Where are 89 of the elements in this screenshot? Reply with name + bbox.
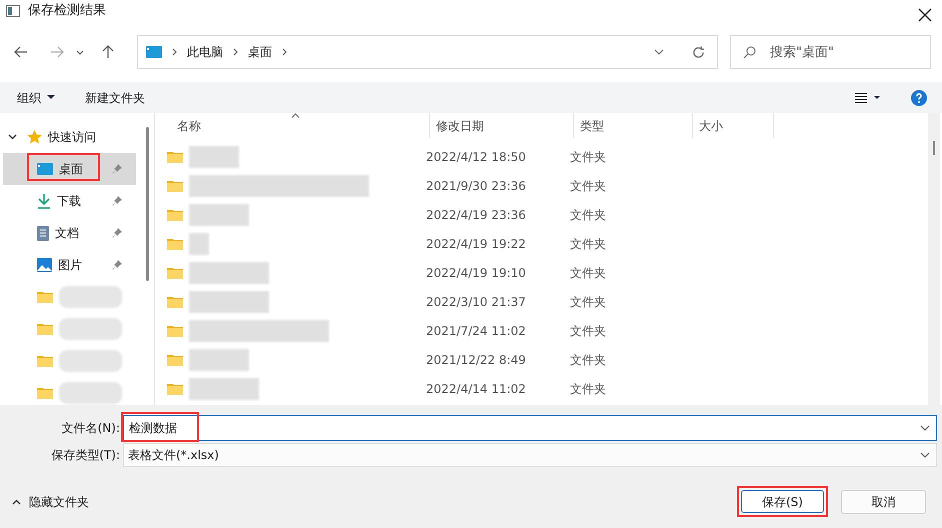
sidebar-item[interactable]: 下载: [57, 192, 81, 210]
table-cell-text: 2022/4/19 19:22: [425, 236, 527, 252]
folder-icon: [167, 296, 183, 308]
chevron-up-icon: [12, 498, 21, 504]
view-options-icon[interactable]: [855, 92, 881, 104]
desktop-icon: [146, 46, 162, 58]
column-header[interactable]: 修改日期: [430, 113, 574, 138]
pin-icon[interactable]: [112, 196, 122, 206]
dropdown-caret-icon: [47, 95, 55, 100]
table-cell-text: 2022/3/10 21:37: [425, 294, 527, 310]
column-header[interactable]: 类型: [574, 113, 693, 138]
table-cell-text: 文件夹: [569, 178, 607, 194]
folder-icon: [167, 238, 183, 250]
sidebar-item[interactable]: 图片: [58, 256, 82, 274]
scrollbar-thumb[interactable]: [933, 141, 935, 155]
cancel-button[interactable]: 取消: [841, 490, 926, 514]
back-arrow-icon[interactable]: [14, 46, 28, 58]
sort-caret-icon: [291, 113, 300, 118]
star-icon: [27, 130, 42, 144]
chevron-down-icon[interactable]: [76, 50, 84, 54]
pin-icon[interactable]: [112, 260, 122, 270]
image-icon: [37, 258, 52, 272]
table-cell-text: 文件夹: [569, 264, 607, 282]
help-icon[interactable]: [911, 90, 927, 106]
folder-icon: [167, 180, 183, 192]
save-button[interactable]: 保存(S): [741, 490, 824, 513]
section-label[interactable]: 快速访问: [48, 128, 96, 146]
folder-icon: [37, 323, 53, 335]
table-cell-text: 2021/7/24 11:02: [425, 322, 527, 340]
column-header[interactable]: 大小: [693, 113, 774, 138]
folder-icon: [167, 324, 183, 336]
table-cell-text: 文件夹: [569, 148, 607, 166]
blurred-name: [189, 204, 249, 226]
breadcrumb-separator-icon[interactable]: [233, 48, 238, 56]
breadcrumb-link[interactable]: 桌面: [248, 43, 272, 61]
sidebar-item[interactable]: 桌面: [3, 153, 136, 185]
folder-icon: [167, 208, 183, 220]
file-name-label: 文件名(N):: [60, 420, 120, 437]
folder-icon: [167, 382, 183, 394]
folder-icon: [37, 387, 53, 399]
chevron-down-icon[interactable]: [920, 425, 930, 431]
chevron-down-icon[interactable]: [920, 452, 930, 458]
table-cell-text: 2021/9/30 23:36: [425, 178, 527, 194]
table-cell-text: 文件夹: [569, 380, 607, 398]
refresh-icon[interactable]: [692, 46, 705, 58]
folder-icon: [37, 291, 53, 303]
file-type-label: 保存类型(T):: [50, 447, 120, 464]
close-icon[interactable]: [918, 8, 932, 22]
table-cell-text: 文件夹: [569, 236, 607, 252]
hide-folders-button[interactable]: 隐藏文件夹: [12, 492, 89, 510]
breadcrumb-link[interactable]: 此电脑: [187, 43, 223, 61]
desktop-icon: [37, 163, 53, 175]
file-type-dropdown[interactable]: 表格文件(*.xlsx): [123, 443, 937, 467]
blurred-name: [189, 348, 249, 370]
column-header[interactable]: 名称: [165, 113, 430, 138]
document-icon: [37, 226, 49, 240]
folder-icon: [167, 266, 183, 278]
table-cell-text: 2022/4/14 11:02: [425, 380, 527, 398]
sidebar-item[interactable]: 文档: [55, 224, 79, 242]
organize-menu-button[interactable]: 组织: [17, 88, 55, 106]
pin-icon[interactable]: [112, 228, 122, 238]
file-name-field[interactable]: 检测数据: [123, 415, 937, 441]
up-arrow-icon[interactable]: [102, 45, 114, 59]
blurred-name: [189, 146, 239, 168]
table-cell-text: 2021/12/22 8:49: [425, 352, 527, 368]
table-cell-text: 2022/4/19 23:36: [425, 206, 527, 224]
breadcrumb-separator-icon[interactable]: [172, 48, 177, 56]
scrollbar-thumb[interactable]: [146, 127, 149, 281]
download-arrow-icon: [37, 193, 51, 209]
folder-icon: [167, 354, 183, 366]
table-cell-text: 2022/4/12 18:50: [425, 148, 527, 166]
new-folder-button[interactable]: 新建文件夹: [85, 88, 145, 106]
table-cell-text: 文件夹: [569, 322, 607, 340]
window-icon: [6, 5, 20, 17]
search-field[interactable]: 搜索"桌面": [730, 35, 931, 69]
window-title: 保存检测结果: [28, 2, 106, 20]
folder-icon: [37, 355, 53, 367]
table-cell-text: 文件夹: [569, 206, 607, 224]
blurred-name: [189, 378, 259, 400]
folder-icon: [167, 150, 183, 162]
table-cell-text: 2022/4/19 19:10: [425, 264, 527, 282]
blurred-name: [189, 232, 209, 254]
table-cell-text: 文件夹: [569, 352, 607, 368]
search-icon: [743, 46, 756, 59]
chevron-down-icon[interactable]: [654, 49, 664, 55]
breadcrumb-separator-icon[interactable]: [282, 48, 287, 56]
expand-caret-icon[interactable]: [8, 134, 17, 140]
table-cell-text: 文件夹: [569, 294, 607, 310]
address-bar[interactable]: 此电脑 桌面: [137, 35, 718, 69]
